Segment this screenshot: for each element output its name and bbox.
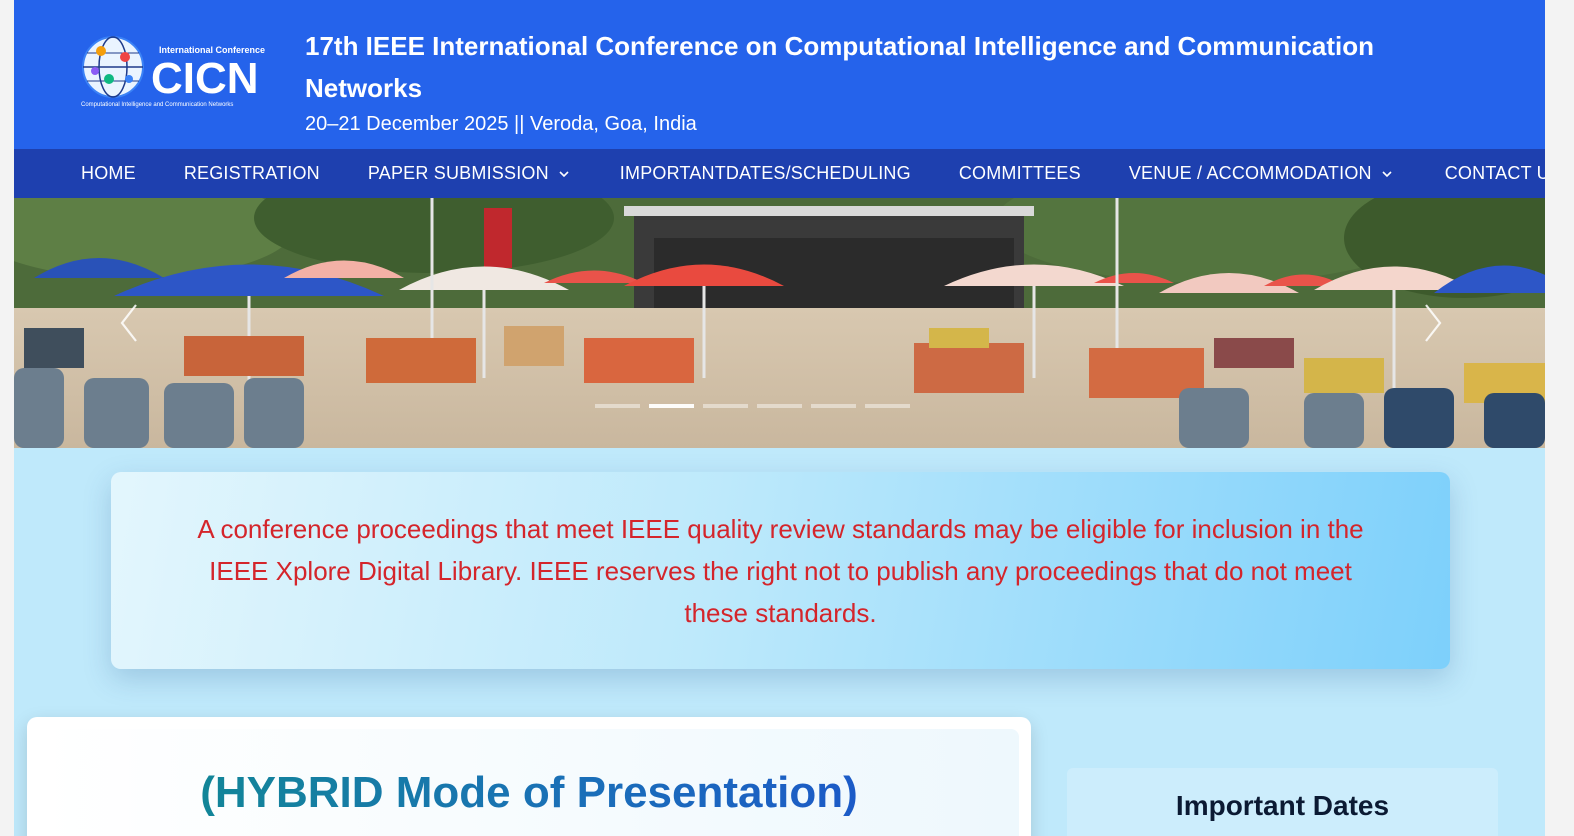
chevron-right-icon — [1425, 304, 1442, 342]
carousel-indicator[interactable] — [757, 404, 802, 408]
chevron-down-icon — [1382, 170, 1392, 177]
nav-contact-us-label: CONTACT US — [1444, 163, 1545, 183]
carousel-indicator[interactable] — [595, 404, 640, 408]
logo-text: CICN — [151, 54, 259, 103]
nav-committees-label: COMMITTEES — [958, 163, 1081, 183]
logo-tagline-bottom: Computational Intelligence and Communica… — [81, 102, 233, 108]
chevron-left-icon — [120, 304, 137, 342]
ieee-notice-box: A conference proceedings that meet IEEE … — [111, 472, 1450, 669]
nav-venue-accommodation[interactable]: VENUE / ACCOMMODATION — [1129, 163, 1393, 184]
carousel-indicator[interactable] — [649, 404, 694, 408]
important-dates-card: Important Dates — [1067, 768, 1498, 836]
carousel-prev-button[interactable] — [110, 293, 150, 353]
nav-paper-submission[interactable]: PAPER SUBMISSION — [368, 163, 570, 184]
nav-contact-us[interactable]: CONTACT US — [1445, 163, 1545, 184]
nav-important-dates-label: IMPORTANTDATES/SCHEDULING — [619, 163, 911, 183]
ieee-notice-text: A conference proceedings that meet IEEE … — [197, 513, 1364, 628]
conference-date-location: 20–21 December 2025 || Veroda, Goa, Indi… — [305, 113, 697, 135]
carousel-next-button[interactable] — [1412, 293, 1452, 353]
nav-venue-accommodation-label: VENUE / ACCOMMODATION — [1128, 163, 1372, 183]
main-content-card: (HYBRID Mode of Presentation) — [27, 717, 1031, 836]
conference-logo[interactable]: International Conference CICN Computatio… — [79, 33, 281, 109]
carousel-indicator[interactable] — [703, 404, 748, 408]
nav-committees[interactable]: COMMITTEES — [959, 163, 1081, 184]
nav-important-dates[interactable]: IMPORTANTDATES/SCHEDULING — [620, 163, 911, 184]
site-header: International Conference CICN Computatio… — [14, 0, 1545, 149]
main-content-inner: (HYBRID Mode of Presentation) — [39, 729, 1019, 836]
beach-slide-image — [14, 198, 1545, 448]
important-dates-title: Important Dates — [1175, 790, 1390, 821]
page: International Conference CICN Computatio… — [14, 0, 1545, 836]
nav-registration-label: REGISTRATION — [183, 163, 320, 183]
conference-title: 17th IEEE International Conference on Co… — [305, 31, 1375, 103]
nav-registration[interactable]: REGISTRATION — [184, 163, 320, 184]
presentation-mode-heading: (HYBRID Mode of Presentation) — [39, 765, 1019, 821]
nav-home[interactable]: HOME — [81, 163, 136, 184]
carousel-indicator[interactable] — [865, 404, 910, 408]
nav-home-label: HOME — [81, 163, 136, 183]
chevron-down-icon — [559, 170, 569, 177]
carousel-indicators — [595, 404, 910, 408]
globe-icon — [82, 36, 144, 98]
main-navbar: HOME REGISTRATION PAPER SUBMISSION IMPOR… — [14, 149, 1545, 198]
hero-carousel[interactable] — [14, 198, 1545, 448]
nav-paper-submission-label: PAPER SUBMISSION — [367, 163, 549, 183]
carousel-indicator[interactable] — [811, 404, 856, 408]
